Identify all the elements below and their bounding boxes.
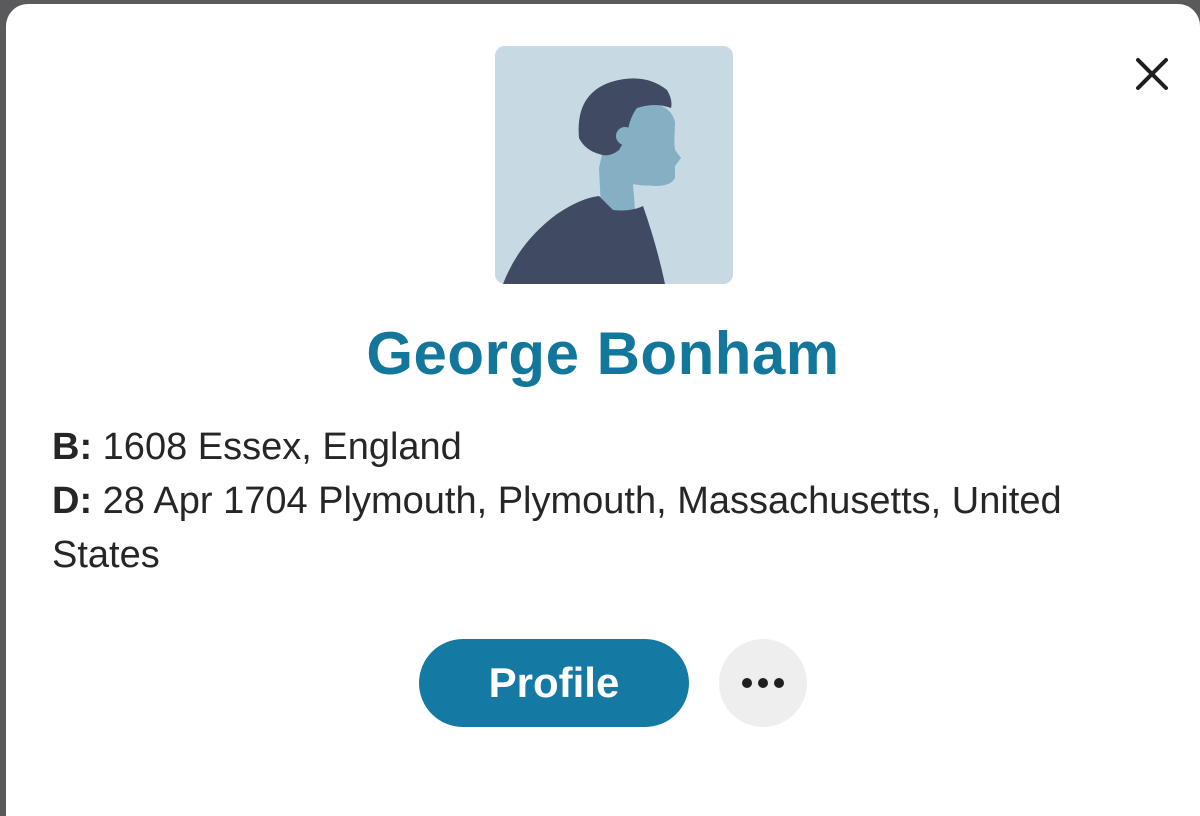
- person-popup-card: George Bonham B: 1608 Essex, England D: …: [6, 4, 1200, 816]
- popup-actions: Profile: [419, 638, 807, 728]
- life-facts: B: 1608 Essex, England D: 28 Apr 1704 Pl…: [52, 420, 1132, 582]
- profile-button[interactable]: Profile: [419, 639, 689, 727]
- more-options-button[interactable]: [719, 639, 807, 727]
- person-name: George Bonham: [366, 320, 840, 387]
- avatar: [495, 46, 733, 284]
- birth-label: B:: [52, 426, 93, 468]
- birth-value: 1608 Essex, England: [102, 426, 462, 468]
- death-value: 28 Apr 1704 Plymouth, Plymouth, Massachu…: [52, 480, 1062, 576]
- close-icon[interactable]: [1128, 50, 1176, 98]
- more-horizontal-icon: [739, 678, 787, 688]
- person-silhouette-icon: [495, 46, 733, 284]
- death-fact: D: 28 Apr 1704 Plymouth, Plymouth, Massa…: [52, 474, 1132, 582]
- birth-fact: B: 1608 Essex, England: [52, 420, 1132, 474]
- death-label: D:: [52, 480, 93, 522]
